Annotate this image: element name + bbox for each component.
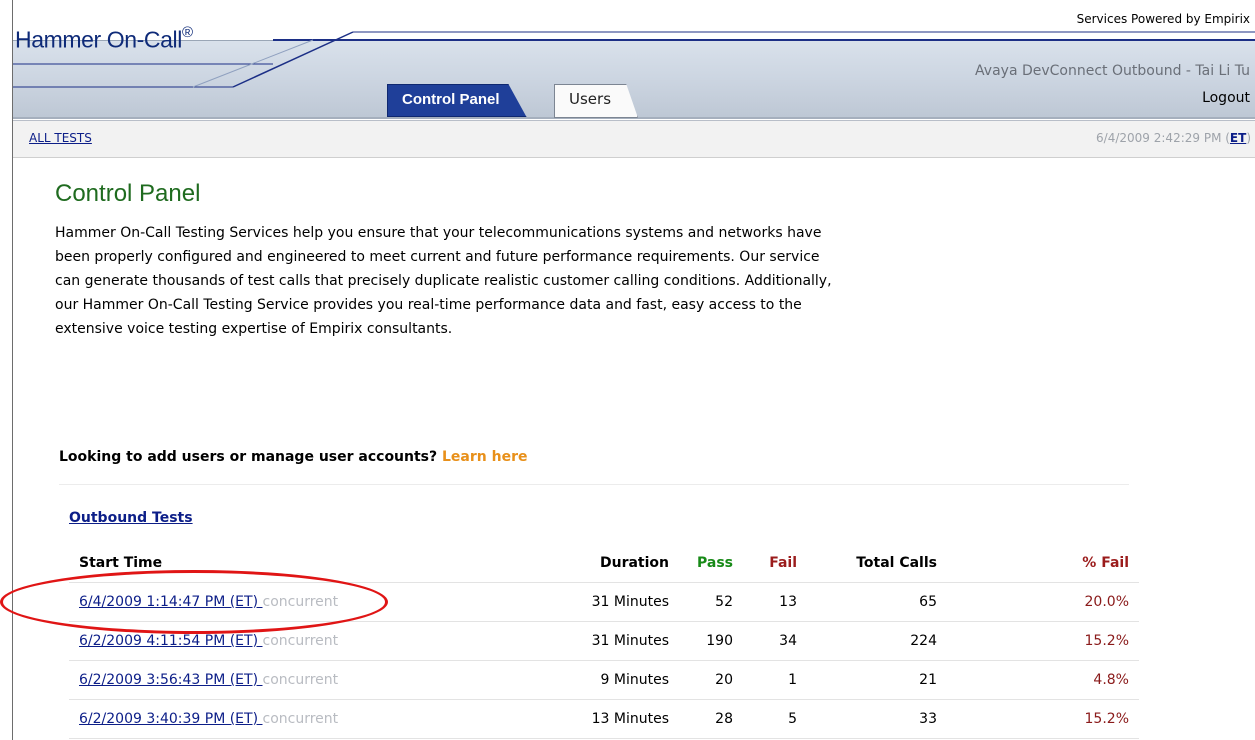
pct-fail-cell: 15.2% <box>947 699 1139 739</box>
powered-by-text: Services Powered by Empirix <box>1076 12 1250 26</box>
pct-fail-cell: 15.2% <box>947 621 1139 661</box>
start-cell: 6/2/2009 4:11:54 PM (ET) concurrent <box>69 621 539 661</box>
total-calls-cell: 33 <box>807 699 947 739</box>
app-frame: Hammer On-Call® Services Powered by Empi… <box>12 0 1255 740</box>
col-pct-fail[interactable]: % Fail <box>947 544 1139 583</box>
col-duration[interactable]: Duration <box>539 544 679 583</box>
outbound-tests-link[interactable]: Outbound Tests <box>69 510 193 526</box>
learn-here-link[interactable]: Learn here <box>442 449 527 465</box>
col-start-time[interactable]: Start Time <box>69 544 539 583</box>
col-pass[interactable]: Pass <box>679 544 743 583</box>
pct-fail-cell: 20.0% <box>947 582 1139 622</box>
col-total-calls[interactable]: Total Calls <box>807 544 947 583</box>
test-start-link[interactable]: 6/2/2009 4:11:54 PM (ET) <box>79 633 263 649</box>
table-row: 6/4/2009 1:14:47 PM (ET) concurrent 31 M… <box>69 582 1139 622</box>
datetime-text: 6/4/2009 2:42:29 PM ( <box>1096 131 1230 145</box>
breadcrumb-bar: ALL TESTS 6/4/2009 2:42:29 PM (ET) <box>13 120 1255 158</box>
registered-mark: ® <box>181 24 193 41</box>
test-type: concurrent <box>262 672 339 688</box>
manage-users-text: Looking to add users or manage user acco… <box>59 449 443 465</box>
tab-control-panel[interactable]: Control Panel <box>387 84 527 117</box>
pass-cell: 28 <box>679 699 743 739</box>
account-name: Avaya DevConnect Outbound - Tai Li Tu <box>975 63 1250 79</box>
divider <box>59 484 1129 485</box>
table-row: 6/2/2009 4:11:54 PM (ET) concurrent 31 M… <box>69 621 1139 661</box>
datetime-close: ) <box>1246 131 1251 145</box>
fail-cell: 5 <box>743 699 807 739</box>
total-calls-cell: 65 <box>807 582 947 622</box>
timezone-link[interactable]: ET <box>1230 131 1246 145</box>
pct-fail-cell: 4.8% <box>947 660 1139 700</box>
test-start-link[interactable]: 6/2/2009 3:56:43 PM (ET) <box>79 672 263 688</box>
breadcrumb-all-tests[interactable]: ALL TESTS <box>29 131 92 145</box>
test-type: concurrent <box>262 633 339 649</box>
header-swoosh <box>13 31 1255 119</box>
pass-cell: 190 <box>679 621 743 661</box>
start-cell: 6/2/2009 3:40:39 PM (ET) concurrent <box>69 699 539 739</box>
manage-users-prompt: Looking to add users or manage user acco… <box>59 449 528 465</box>
header: Hammer On-Call® Services Powered by Empi… <box>13 0 1255 120</box>
total-calls-cell: 21 <box>807 660 947 700</box>
duration-cell: 31 Minutes <box>539 621 679 661</box>
duration-cell: 31 Minutes <box>539 582 679 622</box>
fail-cell: 1 <box>743 660 807 700</box>
logout-link[interactable]: Logout <box>1202 90 1250 106</box>
test-start-link[interactable]: 6/4/2009 1:14:47 PM (ET) <box>79 594 263 610</box>
tab-users[interactable]: Users <box>554 84 639 118</box>
col-fail[interactable]: Fail <box>743 544 807 583</box>
brand-name: Hammer On-Call <box>15 26 182 53</box>
duration-cell: 9 Minutes <box>539 660 679 700</box>
outbound-tests-table: Start Time Duration Pass Fail Total Call… <box>69 544 1139 739</box>
test-start-link[interactable]: 6/2/2009 3:40:39 PM (ET) <box>79 711 263 727</box>
start-cell: 6/4/2009 1:14:47 PM (ET) concurrent <box>69 582 539 622</box>
current-datetime: 6/4/2009 2:42:29 PM (ET) <box>1096 131 1251 145</box>
duration-cell: 13 Minutes <box>539 699 679 739</box>
pass-cell: 20 <box>679 660 743 700</box>
fail-cell: 34 <box>743 621 807 661</box>
start-cell: 6/2/2009 3:56:43 PM (ET) concurrent <box>69 660 539 700</box>
pass-cell: 52 <box>679 582 743 622</box>
table-row: 6/2/2009 3:56:43 PM (ET) concurrent 9 Mi… <box>69 660 1139 700</box>
intro-paragraph: Hammer On-Call Testing Services help you… <box>55 225 832 337</box>
table-row: 6/2/2009 3:40:39 PM (ET) concurrent 13 M… <box>69 699 1139 739</box>
test-type: concurrent <box>262 594 339 610</box>
page-title: Control Panel <box>55 180 201 207</box>
total-calls-cell: 224 <box>807 621 947 661</box>
test-type: concurrent <box>262 711 339 727</box>
fail-cell: 13 <box>743 582 807 622</box>
table-header-row: Start Time Duration Pass Fail Total Call… <box>69 544 1139 583</box>
brand-logo: Hammer On-Call® <box>15 24 193 54</box>
